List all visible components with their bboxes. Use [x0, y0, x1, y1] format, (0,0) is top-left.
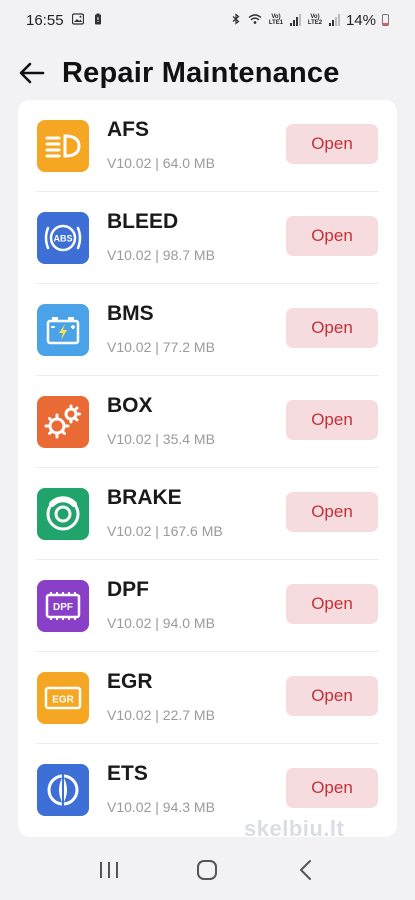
headlight-icon [37, 120, 89, 172]
back-arrow-icon [19, 62, 45, 84]
bluetooth-icon [230, 12, 242, 28]
open-button[interactable]: Open [286, 124, 378, 164]
open-button[interactable]: Open [286, 400, 378, 440]
abs-icon-text: ABS [53, 234, 72, 244]
battery-percent: 14% [345, 11, 376, 29]
list-item: BOX V10.02 | 35.4 MB Open [18, 376, 397, 468]
app-list: AFS V10.02 | 64.0 MB Open ABS BLEED V10.… [18, 100, 397, 837]
page-title: Repair Maintenance [62, 56, 340, 89]
abs-icon: ABS [37, 212, 89, 264]
app-name: DPF [107, 578, 149, 601]
home-icon [197, 860, 218, 880]
watermark: skelbiu.lt [244, 816, 345, 841]
gallery-notification-icon [71, 12, 84, 28]
system-nav-bar [0, 840, 415, 900]
list-item: AFS V10.02 | 64.0 MB Open [18, 100, 397, 192]
app-meta: V10.02 | 94.0 MB [107, 615, 215, 631]
app-meta: V10.02 | 77.2 MB [107, 339, 215, 355]
sim1-label: Vo) LTE1 [268, 14, 284, 26]
battery-icon [37, 304, 89, 356]
list-item: BMS V10.02 | 77.2 MB Open [18, 284, 397, 376]
signal-strength-icon [328, 14, 340, 26]
app-meta: V10.02 | 98.7 MB [107, 247, 215, 263]
dpf-icon-text: DPF [53, 602, 73, 613]
app-meta: V10.02 | 64.0 MB [107, 155, 215, 171]
app-name: BMS [107, 302, 154, 325]
egr-icon-text: EGR [52, 695, 74, 706]
list-item: ABS BLEED V10.02 | 98.7 MB Open [18, 192, 397, 284]
back-nav-button[interactable] [286, 850, 326, 890]
open-button[interactable]: Open [286, 584, 378, 624]
signal-strength-icon [289, 14, 301, 26]
app-name: EGR [107, 670, 153, 693]
app-name: BLEED [107, 210, 179, 233]
wifi-icon [248, 12, 262, 28]
open-button[interactable]: Open [286, 216, 378, 256]
recent-apps-button[interactable] [89, 850, 129, 890]
open-button[interactable]: Open [286, 308, 378, 348]
battery-notification-icon [92, 12, 104, 28]
battery-level-icon [382, 14, 389, 26]
recent-apps-icon [100, 862, 119, 878]
app-meta: V10.02 | 35.4 MB [107, 431, 215, 447]
app-name: BRAKE [107, 486, 182, 509]
app-meta: V10.02 | 167.6 MB [107, 523, 223, 539]
gears-icon [37, 396, 89, 448]
open-button[interactable]: Open [286, 676, 378, 716]
app-name: BOX [107, 394, 153, 417]
chevron-left-icon [299, 860, 311, 880]
list-item: BRAKE V10.02 | 167.6 MB Open [18, 468, 397, 560]
status-time: 16:55 [26, 11, 64, 29]
open-button[interactable]: Open [286, 492, 378, 532]
brake-disc-icon [37, 488, 89, 540]
status-right: Vo) LTE1 Vo) LTE2 14% [230, 12, 389, 29]
status-bar: 16:55 Vo) LTE1 Vo) LTE2 14% [0, 0, 415, 40]
open-button[interactable]: Open [286, 768, 378, 808]
dpf-icon: DPF [37, 580, 89, 632]
throttle-icon [37, 764, 89, 816]
back-button[interactable] [18, 59, 46, 87]
home-button[interactable] [187, 850, 227, 890]
list-item: DPF DPF V10.02 | 94.0 MB Open [18, 560, 397, 652]
app-header: Repair Maintenance [0, 52, 415, 94]
egr-icon: EGR [37, 672, 89, 724]
app-name: AFS [107, 118, 149, 141]
sim2-label: Vo) LTE2 [307, 14, 323, 26]
status-left: 16:55 [26, 12, 104, 29]
list-item: EGR EGR V10.02 | 22.7 MB Open [18, 652, 397, 744]
app-name: ETS [107, 762, 148, 785]
app-meta: V10.02 | 22.7 MB [107, 707, 215, 723]
app-meta: V10.02 | 94.3 MB [107, 799, 215, 815]
